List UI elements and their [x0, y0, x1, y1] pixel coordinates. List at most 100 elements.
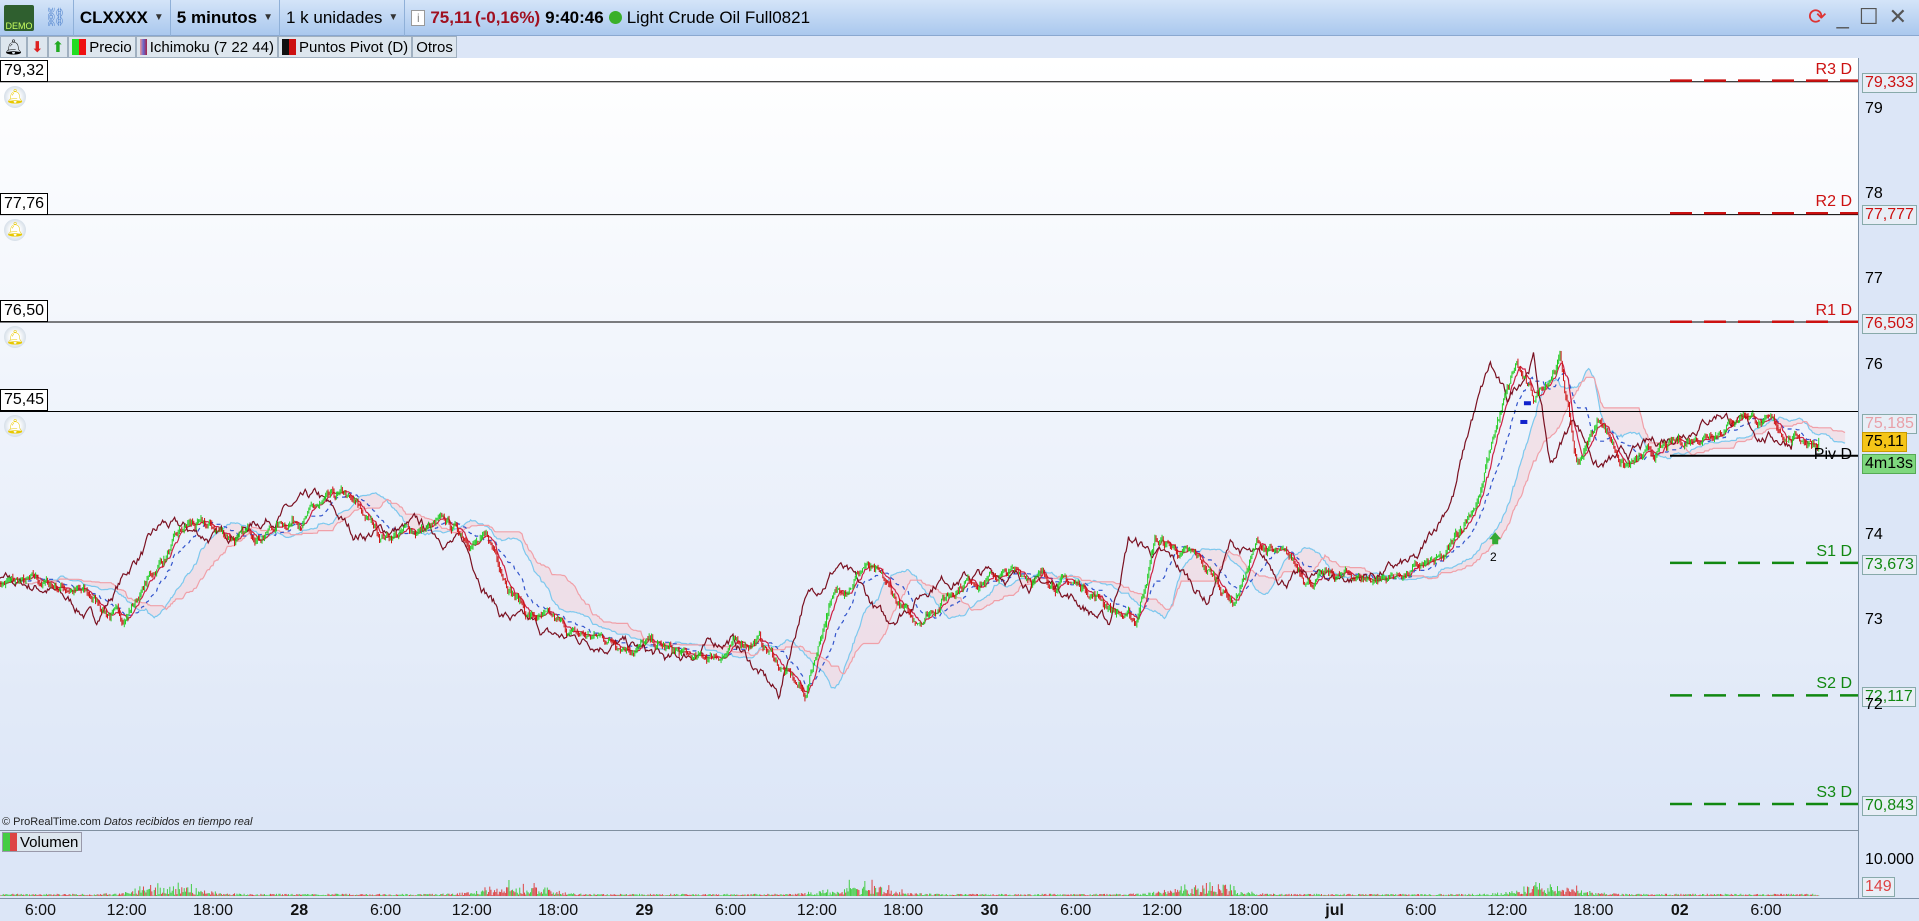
timeframe-dropdown[interactable]: 5 minutos ▼	[171, 0, 280, 36]
chevron-down-icon: ▼	[388, 12, 399, 23]
time-tick: 02	[1670, 902, 1689, 919]
alarm-price-label[interactable]: 77,76	[0, 192, 49, 215]
refresh-icon[interactable]: ⟳	[1808, 4, 1826, 30]
pivot-label: R1 D	[1815, 301, 1852, 319]
buy-order-button[interactable]: ⬆	[47, 36, 69, 58]
arrow-up-icon: ⬆	[51, 39, 65, 56]
time-tick: 12:00	[1142, 902, 1183, 919]
time-tick: 6:00	[369, 902, 402, 919]
price-change: (-0,16%)	[474, 7, 541, 27]
realtime-note: Datos recibidos en tiempo real	[103, 816, 253, 828]
pivot-value-box: 77,777	[1862, 205, 1917, 226]
sell-order-button[interactable]: ⬇	[27, 36, 48, 58]
symbol-dropdown[interactable]: CLXXXX ▼	[74, 0, 171, 36]
info-icon[interactable]: i	[411, 9, 426, 26]
alarm-bell-button[interactable]: 🔔︎	[0, 36, 28, 58]
time-tick: jul	[1325, 902, 1344, 919]
order-marker	[1523, 401, 1531, 406]
volume-indicator-button[interactable]: Volumen	[2, 832, 83, 852]
pivot-value-box: 76,503	[1862, 313, 1917, 334]
signal-marker-label: 2	[1490, 550, 1497, 564]
volume-plot	[0, 879, 1820, 896]
indicator-label: Ichimoku (7 22 44)	[149, 38, 274, 56]
copyright: © ProRealTime.com Datos recibidos en tie…	[2, 816, 252, 828]
time-tick: 6:00	[1405, 902, 1437, 919]
order-marker	[1520, 419, 1528, 424]
time-tick: 12:00	[1487, 902, 1528, 919]
bell-icon[interactable]: 🔔︎	[4, 218, 26, 241]
chevron-down-icon: ▼	[263, 12, 273, 23]
volume-panel[interactable]	[0, 830, 1858, 898]
time-tick: 18:00	[1228, 902, 1269, 919]
price-tick: 77	[1865, 270, 1883, 288]
price-tick: 72	[1865, 696, 1883, 714]
time-tick: 18:00	[192, 902, 233, 919]
status-dot-icon	[608, 11, 622, 24]
bell-icon[interactable]: 🔔︎	[4, 415, 26, 438]
last-price-box: 75,11	[1862, 432, 1907, 453]
time-tick: 28	[290, 902, 309, 919]
indicator-ichimoku[interactable]: Ichimoku (7 22 44)	[135, 36, 278, 58]
pivot-label: S1 D	[1816, 542, 1852, 560]
time-axis[interactable]: 6:00 12:00 18:00 28 6:00 12:00 18:00 29 6:00 12:0…	[0, 898, 1919, 921]
pivot-label: S2 D	[1816, 675, 1852, 693]
chevron-down-icon: ▼	[153, 12, 164, 23]
symbol-label: CLXXXX	[79, 7, 148, 27]
timeframe-label: 5 minutos	[176, 7, 258, 27]
volume-tick: 10.000	[1865, 851, 1914, 868]
price-plot	[0, 79, 1858, 806]
demo-badge: DEMO	[4, 4, 34, 31]
close-button[interactable]: ✕	[1889, 4, 1907, 30]
pivot-value-box: 79,333	[1862, 72, 1917, 93]
indicator-toolbar: 🔔︎ ⬇ ⬆ Precio Ichimoku (7 22 44) Puntos …	[0, 36, 457, 58]
price-tick: 73	[1865, 611, 1883, 629]
time-tick: 18:00	[538, 902, 579, 919]
pivot-label: R2 D	[1815, 193, 1852, 211]
indicator-pivot-points[interactable]: Puntos Pivot (D)	[277, 36, 413, 58]
pivot-value-box: 70,843	[1862, 795, 1917, 816]
price-tick: 74	[1865, 526, 1883, 543]
title-bar: DEMO ⛓ CLXXXX ▼ 5 minutos ▼ 1 k unidades ▼ …	[0, 0, 1919, 36]
time-tick: 29	[635, 902, 654, 919]
indicator-label: Otros	[416, 38, 453, 56]
link-icon[interactable]: ⛓	[38, 0, 74, 36]
maximize-button[interactable]: ☐	[1859, 4, 1879, 30]
ichimoku-span-a	[23, 367, 1846, 689]
bell-icon[interactable]: 🔔︎	[4, 85, 26, 108]
alarm-price-label[interactable]: 76,50	[0, 300, 49, 322]
units-dropdown[interactable]: 1 k unidades ▼	[280, 0, 406, 36]
time-tick: 6:00	[1060, 902, 1092, 919]
volume-last-box: 149	[1862, 877, 1895, 897]
volume-label: Volumen	[20, 833, 79, 851]
indicator-others[interactable]: Otros	[412, 36, 457, 58]
bell-icon[interactable]: 🔔︎	[4, 326, 26, 348]
time-tick: 12:00	[796, 902, 837, 919]
price-tick: 79	[1865, 100, 1883, 117]
price-chart[interactable]: 79,32 🔔︎ 77,76 🔔︎ 76,50 🔔︎ 75,45 🔔︎ R3 D R2 D R1 …	[0, 58, 1858, 828]
time-tick: 30	[980, 902, 999, 919]
time-tick: 6:00	[1750, 902, 1782, 919]
ichimoku-cloud	[23, 368, 1846, 689]
instrument-name: Light Crude Oil Full0821	[626, 7, 811, 27]
pivot-label: S3 D	[1816, 783, 1852, 801]
pivot-label: Piv D	[1813, 445, 1852, 463]
time-tick: 18:00	[1573, 902, 1614, 919]
alarm-price-label[interactable]: 79,32	[0, 59, 49, 82]
price-tick: 78	[1865, 185, 1883, 203]
bell-icon: 🔔︎	[4, 39, 24, 56]
indicator-price[interactable]: Precio	[68, 36, 136, 58]
time-tick: 6:00	[24, 902, 56, 919]
time-tick: 18:00	[883, 902, 924, 919]
indicator-label: Puntos Pivot (D)	[298, 38, 409, 56]
alarm-price-label[interactable]: 75,45	[0, 389, 49, 412]
price-tick: 76	[1865, 355, 1883, 373]
price-axis[interactable]: 79,333 77,777 76,503 73,673 72,117 70,843 79 78…	[1858, 58, 1919, 898]
units-label: 1 k unidades	[286, 7, 383, 27]
pivot-label: R3 D	[1815, 60, 1852, 78]
indicator-label: Precio	[89, 38, 132, 56]
time-tick: 12:00	[451, 902, 492, 919]
minimize-button[interactable]: _	[1837, 4, 1849, 30]
arrow-down-icon: ⬇	[31, 39, 44, 56]
copyright-text: © ProRealTime.com	[2, 816, 101, 828]
last-price: 75,11	[430, 7, 472, 27]
